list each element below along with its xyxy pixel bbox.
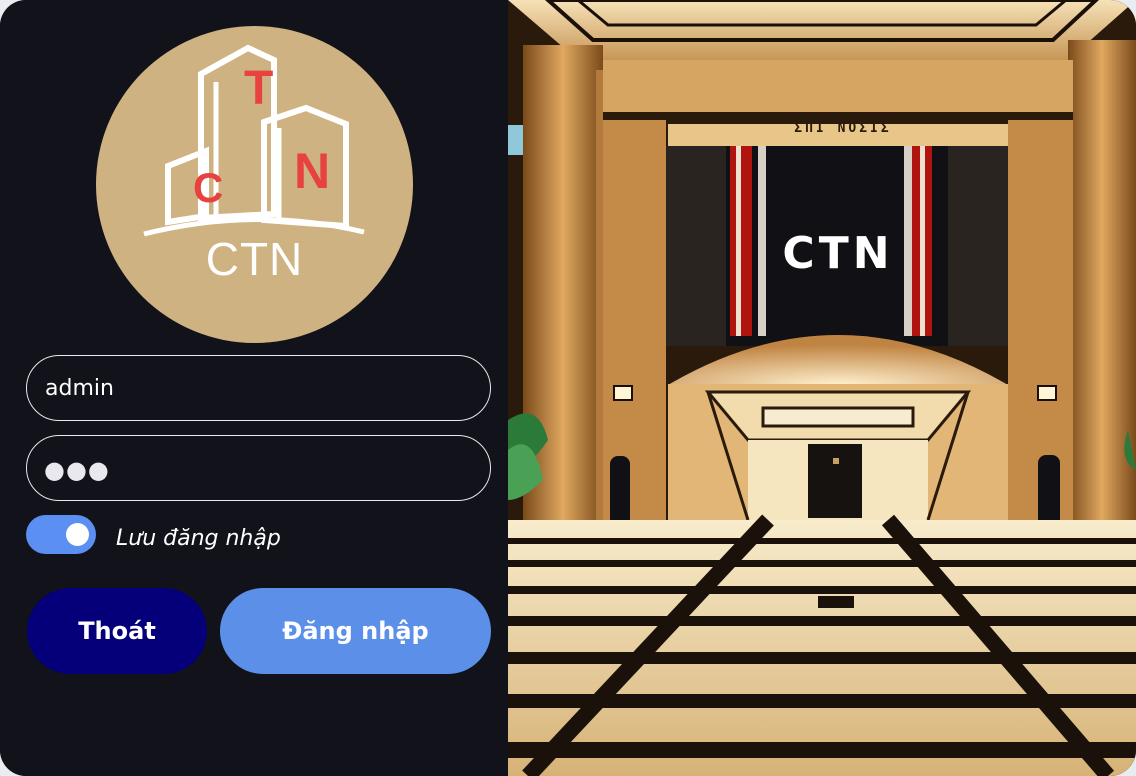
login-window: C T N CTN ●●● Lưu đăng nhập Thoát Đăng n… xyxy=(0,0,1136,776)
logo-letter-c: C xyxy=(193,164,223,211)
logo-letter-t: T xyxy=(244,62,273,115)
lobby-plaque-text: ΣΠΙ NOΣIΣ xyxy=(794,121,892,136)
exit-button[interactable]: Thoát xyxy=(27,588,207,674)
buildings-logo-icon: C T N xyxy=(143,44,365,237)
logo-wordmark: CTN xyxy=(205,233,304,285)
logo-letter-n: N xyxy=(294,143,330,199)
password-input[interactable] xyxy=(26,435,491,501)
remember-login-label: Lưu đăng nhập xyxy=(116,526,281,551)
lobby-sign-text: CTN xyxy=(782,228,894,279)
toggle-knob xyxy=(66,523,89,546)
login-panel: C T N CTN ●●● Lưu đăng nhập Thoát Đăng n… xyxy=(0,0,508,776)
username-input[interactable] xyxy=(26,355,491,421)
lobby-hero-image: ΣΠΙ NOΣIΣ CTN xyxy=(508,0,1136,776)
brand-logo: C T N CTN xyxy=(96,26,413,343)
login-button[interactable]: Đăng nhập xyxy=(220,588,491,674)
remember-login-toggle[interactable] xyxy=(26,515,96,554)
